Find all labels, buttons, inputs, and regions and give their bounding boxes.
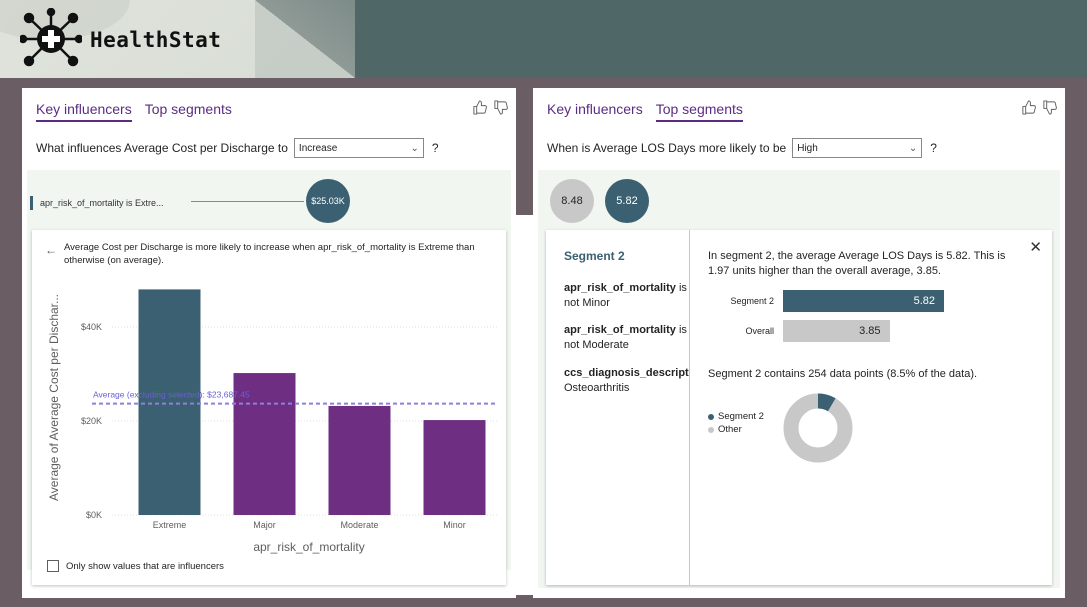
thumbs-up-icon[interactable] <box>1021 100 1036 115</box>
medical-cross-logo-icon <box>20 8 82 67</box>
influencer-marker <box>30 196 33 210</box>
top-segments-panel: Key influencers Top segments When is Ave… <box>533 88 1065 598</box>
key-influencers-panel: Key influencers Top segments What influe… <box>22 88 516 598</box>
brand-name: HealthStat <box>90 28 222 52</box>
segment-bubble-1[interactable]: 8.48 <box>550 179 594 223</box>
segment-condition: apr_risk_of_mortality is not Moderate <box>564 324 687 351</box>
question-row: When is Average LOS Days more likely to … <box>547 138 937 158</box>
comparison-label: Overall <box>745 326 774 336</box>
legend-item: Segment 2 <box>708 410 764 423</box>
tab-top-segments[interactable]: Top segments <box>655 101 743 122</box>
y-tick-label: $0K <box>86 510 102 520</box>
x-tick-label: Moderate <box>340 520 378 530</box>
question-text: When is Average LOS Days more likely to … <box>547 141 787 155</box>
segment-share-donut <box>783 393 853 463</box>
cost-bar-chart: $0K $20K $40K Extreme Major Moderate Minor Aver… <box>47 289 497 554</box>
close-icon[interactable]: ✕ <box>1029 238 1042 256</box>
tab-bar: Key influencers Top segments <box>547 101 743 122</box>
checkbox-label: Only show values that are influencers <box>66 560 224 572</box>
segment-bubble-2[interactable]: 5.82 <box>605 179 649 223</box>
dropdown-value: High <box>797 142 818 154</box>
thumbs-down-icon[interactable] <box>1042 100 1057 115</box>
direction-dropdown[interactable]: Increase ⌄ <box>293 138 424 158</box>
comparison-row-overall: Overall 3.85 <box>708 320 890 342</box>
legend-item: Other <box>708 423 764 436</box>
legend-dot <box>708 426 714 433</box>
segment-detail-card: Segment 2 apr_risk_of_mortality is not M… <box>546 230 1052 585</box>
chevron-down-icon: ⌄ <box>908 142 918 154</box>
influencer-detail-card: ← Average Cost per Discharge is more lik… <box>32 230 506 585</box>
segment-conditions: Segment 2 apr_risk_of_mortality is not M… <box>546 230 690 585</box>
panel-divider <box>516 215 533 595</box>
donut-slice-other <box>783 393 853 463</box>
donut-slice-segment <box>817 393 836 412</box>
tab-bar: Key influencers Top segments <box>36 101 232 122</box>
tab-key-influencers[interactable]: Key influencers <box>36 101 132 122</box>
level-dropdown[interactable]: High ⌄ <box>792 138 923 158</box>
logo-banner: HealthStat <box>0 0 355 78</box>
influencer-value-bubble[interactable]: $25.03K <box>306 179 350 223</box>
reference-line-label: Average (excluding selected): $23,687.45 <box>93 390 250 400</box>
question-row: What influences Average Cost per Dischar… <box>36 138 439 158</box>
thumbs-down-icon[interactable] <box>493 100 508 115</box>
comparison-bar: 5.82 <box>783 290 944 312</box>
y-axis-label: Average of Average Cost per Dischar... <box>47 294 61 501</box>
comparison-label: Segment 2 <box>730 296 774 306</box>
influencer-label: apr_risk_of_mortality is Extre... <box>40 198 164 208</box>
thumbs-up-icon[interactable] <box>472 100 487 115</box>
y-tick-label: $40K <box>81 322 102 332</box>
segment-count-text: Segment 2 contains 254 data points (8.5%… <box>708 368 978 380</box>
legend-dot <box>708 413 714 420</box>
segment-condition: apr_risk_of_mortality is not Minor <box>564 282 687 309</box>
influencer-item[interactable]: apr_risk_of_mortality is Extre... <box>30 196 164 210</box>
bar-minor <box>423 420 486 515</box>
question-mark: ? <box>431 141 439 155</box>
bar-moderate <box>328 405 391 515</box>
question-text: What influences Average Cost per Dischar… <box>36 141 288 155</box>
donut-legend: Segment 2 Other <box>708 410 764 436</box>
feedback-buttons <box>472 100 508 115</box>
x-axis-label: apr_risk_of_mortality <box>253 540 364 554</box>
tab-top-segments[interactable]: Top segments <box>145 101 232 122</box>
only-influencers-checkbox[interactable] <box>47 560 59 572</box>
y-tick-label: $20K <box>81 416 102 426</box>
influencer-filter-row: Only show values that are influencers <box>47 560 224 572</box>
dropdown-value: Increase <box>298 142 338 154</box>
chevron-down-icon: ⌄ <box>410 142 419 154</box>
segment-title: Segment 2 <box>564 249 625 263</box>
x-tick-label: Major <box>253 520 276 530</box>
segment-description: In segment 2, the average Average LOS Da… <box>708 250 1006 277</box>
feedback-buttons <box>1021 100 1057 115</box>
segment-condition: ccs_diagnosis_descriptio Osteoarthritis <box>564 367 690 394</box>
bar-extreme <box>138 289 201 515</box>
comparison-row-segment: Segment 2 5.82 <box>708 290 944 312</box>
comparison-bar: 3.85 <box>783 320 890 342</box>
x-tick-label: Extreme <box>153 520 187 530</box>
detail-description: Average Cost per Discharge is more likel… <box>64 242 475 266</box>
back-arrow-icon[interactable]: ← <box>45 243 57 257</box>
x-tick-label: Minor <box>443 520 466 530</box>
tab-key-influencers[interactable]: Key influencers <box>547 101 643 122</box>
question-mark: ? <box>930 141 937 155</box>
influencer-connector <box>191 201 304 202</box>
